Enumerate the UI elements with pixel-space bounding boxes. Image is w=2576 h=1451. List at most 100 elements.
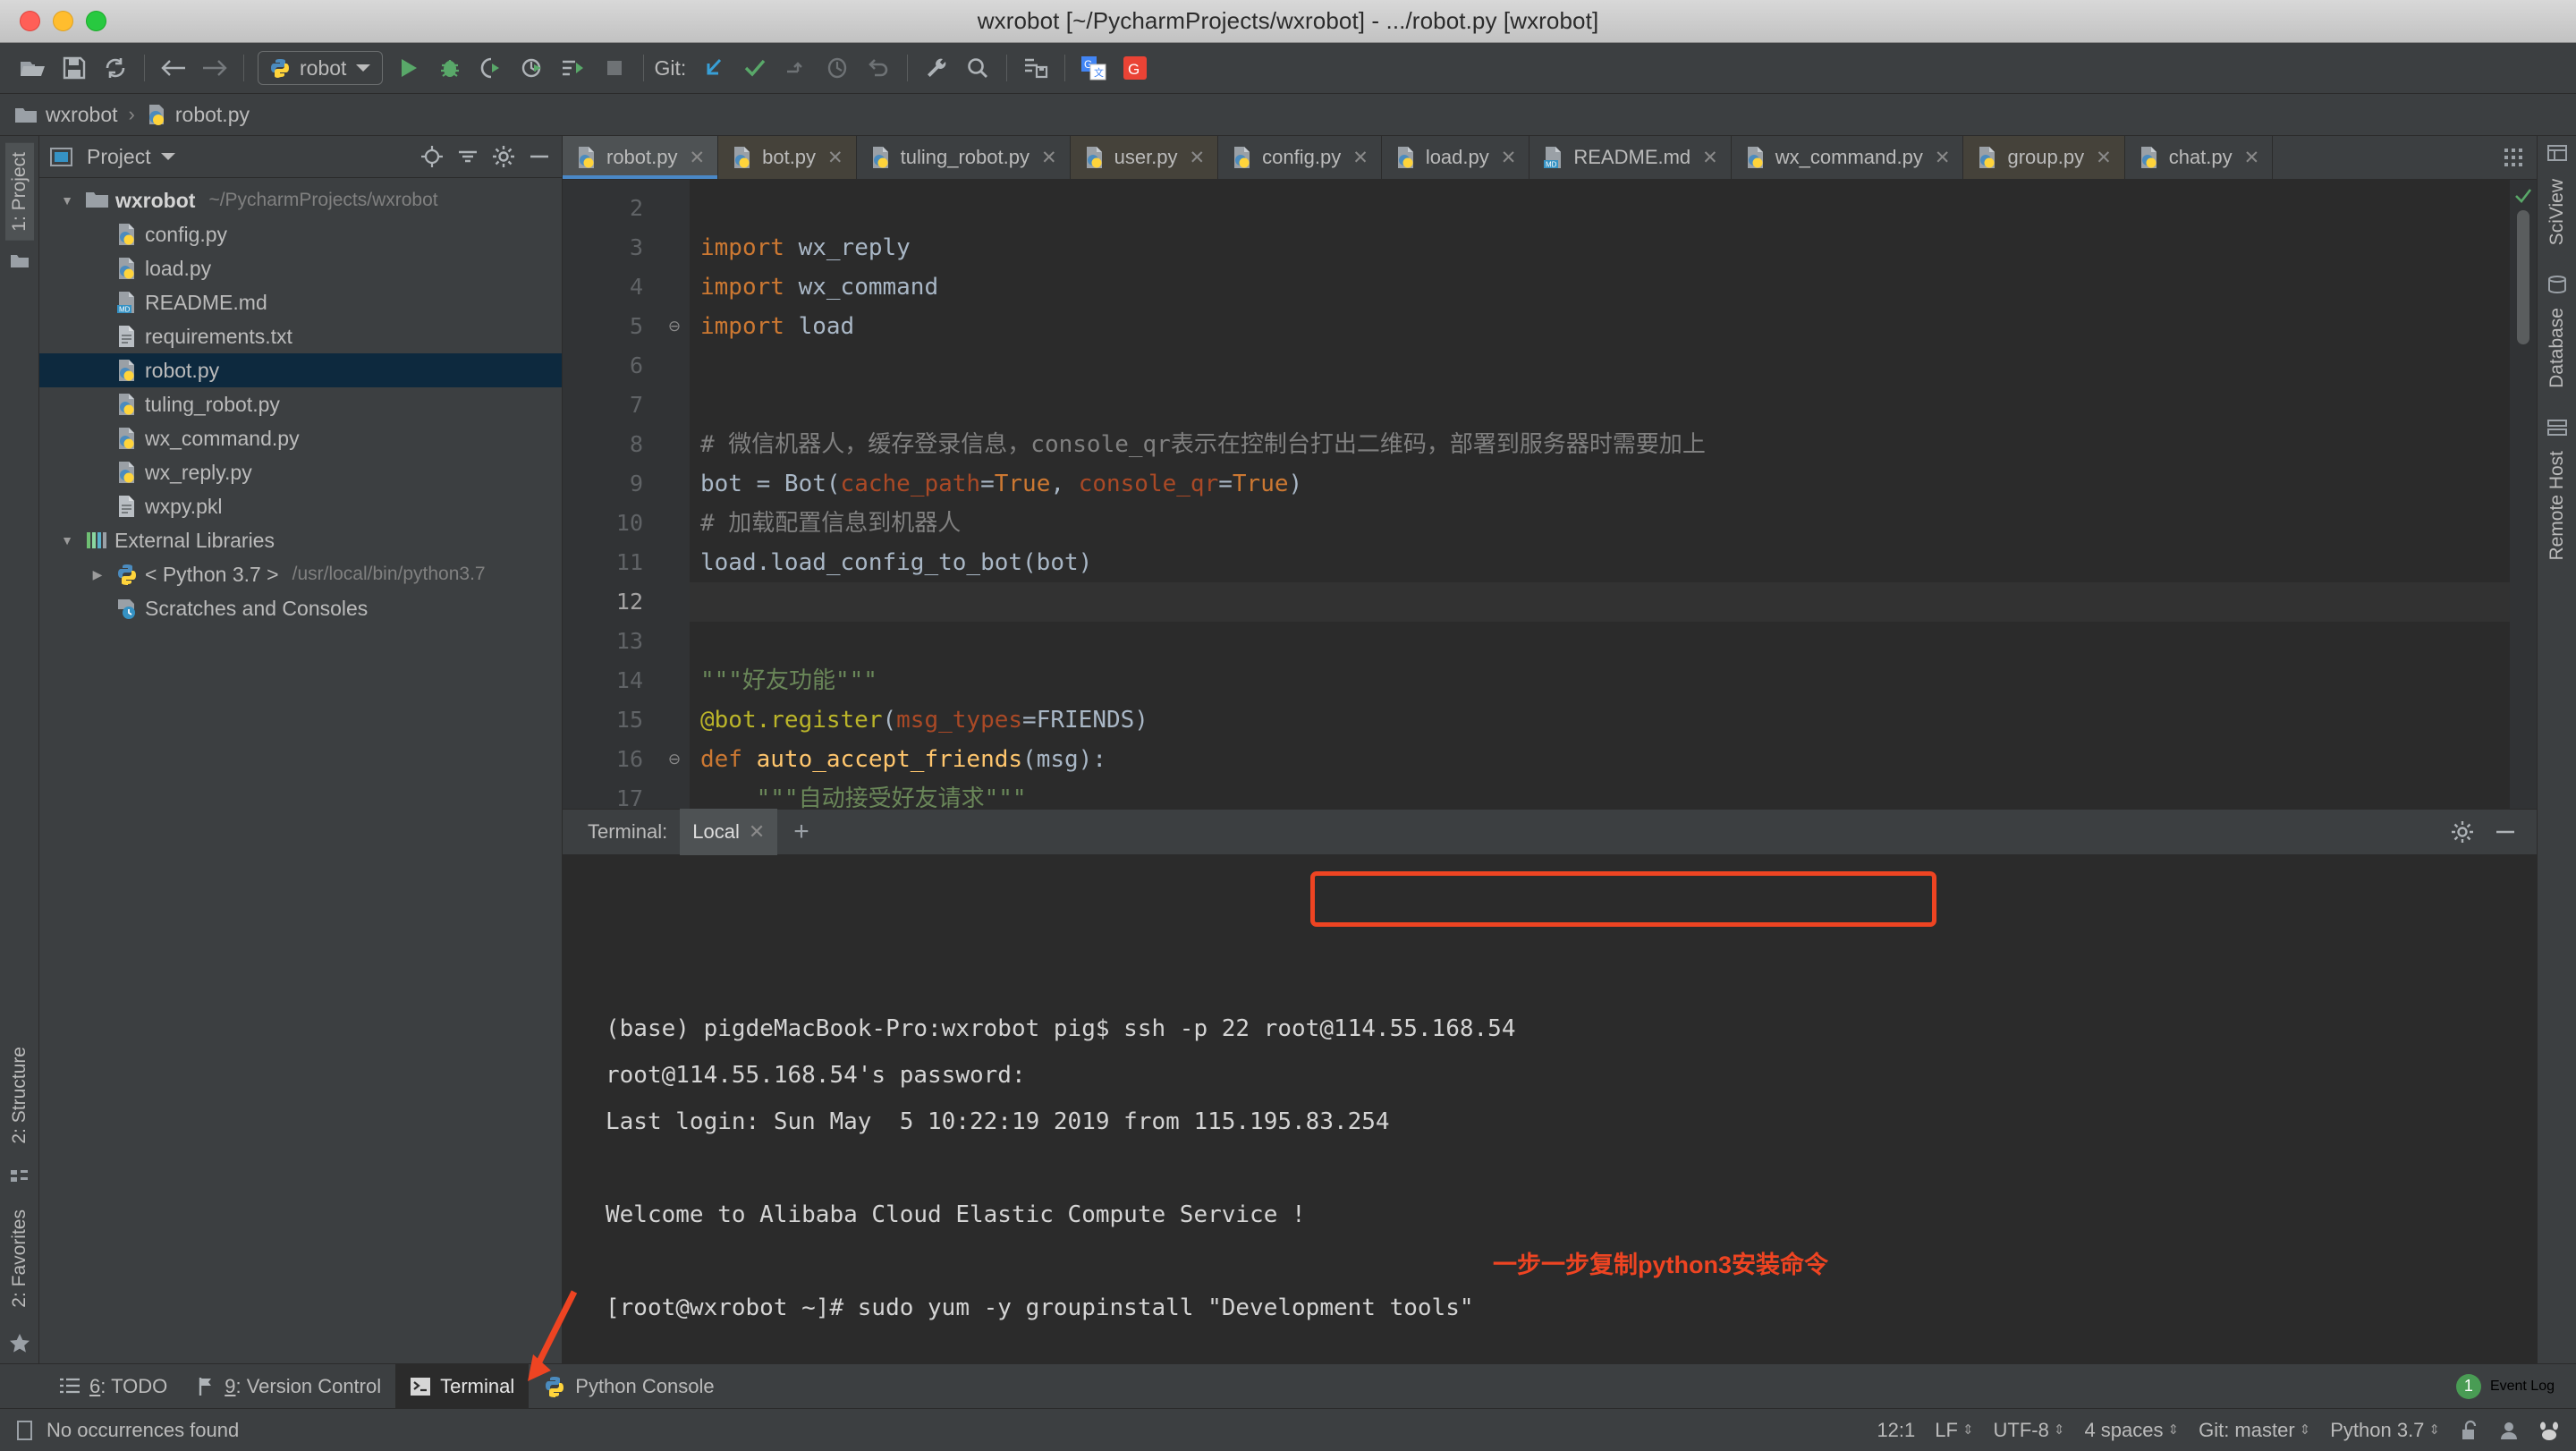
close-icon[interactable]: ✕ [690,147,706,169]
close-icon[interactable]: ✕ [749,820,765,844]
inspector-icon[interactable] [2499,1420,2519,1441]
editor-scrollbar[interactable] [2510,180,2537,809]
tree-item-wx-command-py[interactable]: wx_command.py [39,421,562,455]
tree-item-load-py[interactable]: load.py [39,251,562,285]
unlocked-icon[interactable] [2460,1420,2479,1441]
sciview-small-icon[interactable] [2546,145,2567,161]
back-arrow-icon[interactable] [153,48,194,88]
tree-item-external-libraries[interactable]: ▼ External Libraries [39,523,562,557]
code-line[interactable]: load.load_config_to_bot(bot) [700,543,2510,582]
breadcrumb-project[interactable]: wxrobot [46,103,118,127]
code-line[interactable] [700,386,2510,425]
editor-tabs-overflow[interactable] [2490,136,2537,179]
encoding-selector[interactable]: UTF-8 ⇕ [1994,1419,2065,1442]
git-history-icon[interactable] [817,48,858,88]
editor-tab-tuling-robot-py[interactable]: tuling_robot.py ✕ [856,136,1071,179]
sidebar-item-sciview[interactable]: SciView [2543,170,2572,254]
code-line[interactable]: def auto_accept_friends(msg): [700,740,2510,779]
tree-item--python-3-7-[interactable]: ▶ < Python 3.7 > /usr/local/bin/python3.7 [39,557,562,591]
folder-small-icon[interactable] [10,253,30,269]
tree-item-wxpy-pkl[interactable]: wxpy.pkl [39,489,562,523]
code-fold-icon[interactable]: ⊖ [659,307,690,346]
sidebar-item-favorites[interactable]: 2: Favorites [5,1201,34,1317]
tree-item-wxrobot[interactable]: ▼ wxrobot ~/PycharmProjects/wxrobot [39,183,562,217]
bottom-tab-todo[interactable]: 6: TODO [45,1364,182,1408]
collapse-arrow-icon[interactable]: ▶ [86,567,109,582]
run-with-parameters-icon[interactable] [553,48,594,88]
bottom-tab-version-control[interactable]: 9: Version Control [182,1364,395,1408]
code-line[interactable] [700,189,2510,228]
google-translate-icon[interactable]: G文 [1073,48,1114,88]
scrollbar-thumb[interactable] [2517,210,2529,344]
scroll-from-source-icon[interactable] [420,145,444,168]
close-icon[interactable]: ✕ [1352,147,1368,169]
collapse-all-icon[interactable] [456,147,479,166]
git-revert-icon[interactable] [858,48,899,88]
code-line[interactable] [700,346,2510,386]
git-commit-icon[interactable] [734,48,775,88]
code-line[interactable]: import load [700,307,2510,346]
tree-item-scratches-and-consoles[interactable]: Scratches and Consoles [39,591,562,625]
sidebar-item-database[interactable]: Database [2543,299,2572,397]
baidu-icon[interactable] [2538,1420,2560,1441]
line-separator-selector[interactable]: LF ⇕ [1935,1419,1973,1442]
close-icon[interactable]: ✕ [1190,147,1206,169]
editor-tab-readme-md[interactable]: MD README.md ✕ [1530,136,1732,179]
expand-arrow-icon[interactable]: ▼ [55,193,79,208]
gear-icon[interactable] [492,145,515,168]
code-line[interactable]: # 微信机器人，缓存登录信息，console_qr表示在控制台打出二维码，部署到… [700,425,2510,464]
plus-icon[interactable]: + [777,817,826,847]
code-text[interactable]: import wx_reply import wx_command import l… [690,180,2510,809]
google-search-icon[interactable]: G [1114,48,1156,88]
editor-tab-bar[interactable]: robot.py ✕ bot.py ✕ tuling_robot.py ✕ user.py ✕… [563,136,2537,180]
sidebar-item-remote-host[interactable]: Remote Host [2543,442,2572,570]
code-line[interactable]: import wx_reply [700,228,2510,267]
code-folding-strip[interactable]: ⊖ ⊖ [659,180,690,809]
close-icon[interactable]: ✕ [2096,147,2112,169]
code-line[interactable] [700,622,2510,661]
run-icon[interactable] [388,48,429,88]
tree-item-robot-py[interactable]: robot.py [39,353,562,387]
terminal-session-tab-local[interactable]: Local ✕ [680,809,778,855]
bottom-tool-window-bar[interactable]: 6: TODO 9: Version Control Terminal Python … [0,1363,2576,1408]
search-icon[interactable] [957,48,998,88]
close-icon[interactable]: ✕ [2244,147,2260,169]
hide-icon[interactable] [528,151,551,162]
interpreter-selector[interactable]: Python 3.7 ⇕ [2330,1419,2440,1442]
save-icon[interactable] [54,48,95,88]
chevron-down-icon[interactable] [355,63,371,73]
code-line[interactable]: """好友功能""" [700,661,2510,700]
editor-tab-robot-py[interactable]: robot.py ✕ [563,136,719,179]
sidebar-item-project[interactable]: 1: Project [4,143,34,241]
profile-icon[interactable] [512,48,553,88]
caret-position[interactable]: 12:1 [1877,1419,1915,1442]
project-file-tree[interactable]: ▼ wxrobot ~/PycharmProjects/wxrobot config.… [39,178,562,1363]
git-branch-selector[interactable]: Git: master ⇕ [2199,1419,2310,1442]
forward-arrow-icon[interactable] [194,48,235,88]
code-line[interactable]: # 加载配置信息到机器人 [700,504,2510,543]
close-icon[interactable]: ✕ [1041,147,1057,169]
code-line[interactable]: bot = Bot(cache_path=True, console_qr=Tr… [700,464,2510,504]
indent-selector[interactable]: 4 spaces ⇕ [2084,1419,2179,1442]
git-push-icon[interactable] [775,48,817,88]
code-line[interactable]: @bot.register(msg_types=FRIENDS) [700,700,2510,740]
terminal-output[interactable]: (base) pigdeMacBook-Pro:wxrobot pig$ ssh… [563,855,2537,1363]
git-update-project-icon[interactable] [693,48,734,88]
minimize-icon[interactable] [2494,827,2517,837]
editor-tab-chat-py[interactable]: chat.py ✕ [2124,136,2274,179]
code-line[interactable]: import wx_command [700,267,2510,307]
editor-tab-wx-command-py[interactable]: wx_command.py ✕ [1731,136,1964,179]
code-fold-icon[interactable]: ⊖ [659,740,690,779]
open-folder-icon[interactable] [13,48,54,88]
run-coverage-icon[interactable] [470,48,512,88]
close-icon[interactable]: ✕ [1935,147,1951,169]
star-icon[interactable] [9,1333,30,1354]
editor-tab-group-py[interactable]: group.py ✕ [1963,136,2125,179]
editor-tab-config-py[interactable]: config.py ✕ [1218,136,1382,179]
tree-item-readme-md[interactable]: MD README.md [39,285,562,319]
gear-icon[interactable] [2451,820,2474,844]
tree-item-requirements-txt[interactable]: requirements.txt [39,319,562,353]
editor-tab-user-py[interactable]: user.py ✕ [1070,136,1219,179]
close-icon[interactable]: ✕ [1702,147,1718,169]
close-icon[interactable]: ✕ [827,147,843,169]
